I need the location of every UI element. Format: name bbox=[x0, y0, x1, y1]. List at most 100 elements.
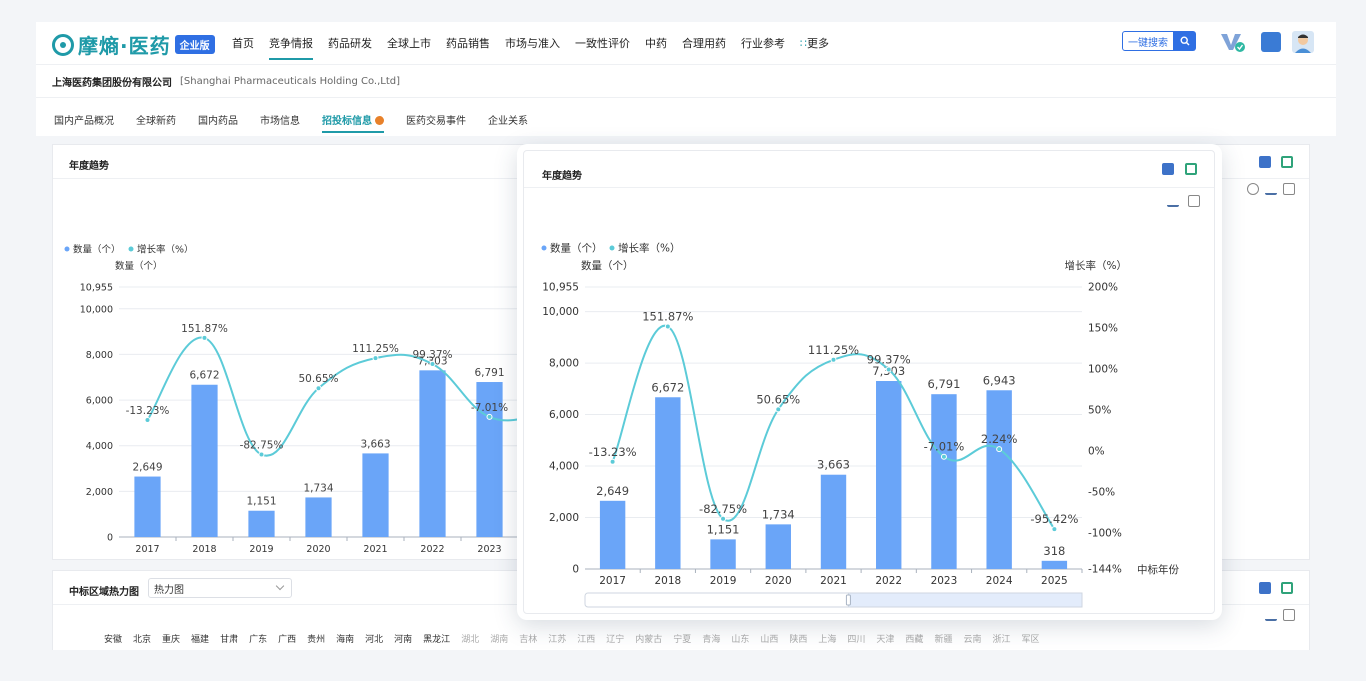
province-label: 浙江 bbox=[992, 635, 1011, 645]
data-view-icon[interactable] bbox=[1283, 183, 1295, 195]
bar-value-label: 6,791 bbox=[927, 377, 960, 391]
heatmap-card-title: 中标区域热力图 bbox=[69, 587, 139, 598]
province-label: 云南 bbox=[963, 635, 982, 645]
province-label: 北京 bbox=[133, 635, 152, 645]
y2-tick-label: 150% bbox=[1088, 322, 1118, 334]
y-tick-label: 10,955 bbox=[80, 283, 113, 294]
heatmap-type-select[interactable]: 热力图 bbox=[148, 578, 292, 598]
bar-value-label: 6,672 bbox=[651, 380, 684, 394]
nav-item-6[interactable]: 一致性评价 bbox=[575, 35, 630, 60]
bar-2017 bbox=[134, 476, 161, 537]
bar-value-label: 1,151 bbox=[246, 496, 276, 508]
popup-card: 年度趋势 数量（个） 增长率（%） 数量（个） 增长率（%） 0 2,000 4,000 6,… bbox=[523, 150, 1215, 614]
province-label: 贵州 bbox=[307, 635, 326, 645]
data-view-icon[interactable] bbox=[1283, 609, 1295, 621]
x-tick-label: 2017 bbox=[135, 544, 159, 555]
nav-item-2[interactable]: 药品研发 bbox=[328, 35, 372, 60]
logo[interactable]: 摩熵·医药 企业版 bbox=[52, 30, 215, 59]
subtab-5[interactable]: 医药交易事件 bbox=[406, 98, 466, 136]
province-label: 黑龙江 bbox=[423, 635, 451, 645]
y-tick-label: 4,000 bbox=[549, 461, 579, 473]
annual-trend-popup: 年度趋势 数量（个） 增长率（%） 数量（个） 增长率（%） 0 2,000 4,000 6,… bbox=[517, 144, 1222, 620]
x-tick-label: 2022 bbox=[875, 575, 902, 587]
nav-item-7[interactable]: 中药 bbox=[645, 35, 667, 60]
subtab-4[interactable]: 招投标信息 bbox=[322, 98, 384, 136]
nav-item-1[interactable]: 竞争情报 bbox=[269, 35, 313, 60]
x-tick-label: 2018 bbox=[654, 575, 681, 587]
growth-rate-label: 50.65% bbox=[298, 373, 338, 385]
y-tick-label: 10,000 bbox=[542, 306, 579, 318]
annual-trend-chart-popup: 数量（个） 增长率（%） 数量（个） 增长率（%） 0 2,000 4,000 6,000 8,… bbox=[541, 242, 1179, 608]
y-tick-label: 8,000 bbox=[86, 350, 113, 361]
vip-icon[interactable] bbox=[1219, 31, 1245, 53]
user-avatar[interactable] bbox=[1292, 31, 1314, 53]
subtab-label: 企业关系 bbox=[488, 116, 528, 127]
bar-value-label: 1,734 bbox=[303, 482, 333, 494]
export-excel-icon[interactable] bbox=[1259, 156, 1271, 168]
nav-item-0[interactable]: 首页 bbox=[232, 35, 254, 60]
bar-2021 bbox=[362, 453, 389, 537]
growth-rate-label: -13.23% bbox=[589, 445, 637, 459]
legend-count-icon bbox=[64, 246, 70, 252]
main-nav: 首页 竞争情报 药品研发 全球上市 药品销售 市场与准入 一致性评价 中药 合理用药 行业参考 ∷更… bbox=[232, 35, 844, 60]
subtab-label: 市场信息 bbox=[260, 116, 300, 127]
legend-rate-icon bbox=[609, 245, 615, 251]
growth-rate-label: 2.24% bbox=[981, 432, 1018, 446]
annual-trend-card-title: 年度趋势 bbox=[69, 161, 109, 172]
nav-item-9[interactable]: 行业参考 bbox=[741, 35, 785, 60]
export-excel-icon[interactable] bbox=[1162, 163, 1174, 175]
search-button[interactable] bbox=[1174, 31, 1196, 51]
x-tick-label: 2022 bbox=[420, 544, 444, 555]
bar-2023 bbox=[931, 394, 957, 569]
growth-rate-point bbox=[372, 355, 379, 362]
growth-rate-label: 111.25% bbox=[352, 343, 399, 355]
export-excel-icon[interactable] bbox=[1259, 582, 1271, 594]
export-image-icon[interactable] bbox=[1281, 582, 1293, 594]
bar-2019 bbox=[710, 539, 736, 569]
y2-tick-label: 200% bbox=[1088, 282, 1118, 294]
manual-book-icon[interactable] bbox=[1261, 32, 1281, 52]
growth-rate-point bbox=[429, 361, 436, 368]
nav-item-8[interactable]: 合理用药 bbox=[682, 35, 726, 60]
nav-more-label: 更多 bbox=[807, 37, 829, 50]
x-tick-label: 2020 bbox=[765, 575, 792, 587]
chart-settings-icon[interactable] bbox=[1247, 183, 1259, 195]
y-tick-label: 0 bbox=[572, 564, 579, 576]
subtab-1[interactable]: 全球新药 bbox=[136, 98, 176, 136]
province-label: 海南 bbox=[336, 635, 355, 645]
map-view-icon[interactable] bbox=[1265, 609, 1277, 621]
province-label: 河北 bbox=[365, 635, 384, 645]
subtab-2[interactable]: 国内药品 bbox=[198, 98, 238, 136]
growth-rate-point bbox=[940, 453, 947, 460]
subtab-0[interactable]: 国内产品概况 bbox=[54, 98, 114, 136]
x-tick-label: 2023 bbox=[931, 575, 958, 587]
x-tick-label: 2021 bbox=[820, 575, 847, 587]
one-click-search-button[interactable]: 一键搜索 bbox=[1122, 31, 1174, 51]
province-label: 重庆 bbox=[162, 635, 181, 645]
export-image-icon[interactable] bbox=[1185, 163, 1197, 175]
bar-value-label: 2,649 bbox=[596, 484, 629, 498]
subtab-label: 招投标信息 bbox=[322, 116, 372, 127]
growth-rate-label: 50.65% bbox=[756, 392, 800, 406]
y-tick-label: 4,000 bbox=[86, 441, 113, 452]
bar-value-label: 6,791 bbox=[474, 367, 504, 379]
nav-item-5[interactable]: 市场与准入 bbox=[505, 35, 560, 60]
nav-item-3[interactable]: 全球上市 bbox=[387, 35, 431, 60]
grid-dots-icon: ∷ bbox=[800, 37, 807, 50]
export-image-icon[interactable] bbox=[1281, 156, 1293, 168]
logo-mark-icon bbox=[52, 33, 74, 56]
growth-rate-point bbox=[486, 413, 493, 420]
province-label: 广西 bbox=[278, 635, 297, 645]
bar-value-label: 2,649 bbox=[132, 462, 162, 474]
nav-more[interactable]: ∷更多 bbox=[800, 35, 829, 60]
y-tick-label: 10,955 bbox=[542, 282, 579, 294]
growth-rate-label: -7.01% bbox=[471, 402, 508, 414]
subtab-3[interactable]: 市场信息 bbox=[260, 98, 300, 136]
bar-chart-icon[interactable] bbox=[1265, 183, 1277, 195]
bar-value-label: 6,672 bbox=[189, 370, 219, 382]
y2-tick-label: -50% bbox=[1088, 486, 1115, 498]
growth-rate-point bbox=[144, 416, 151, 423]
province-label: 河南 bbox=[394, 635, 413, 645]
subtab-6[interactable]: 企业关系 bbox=[488, 98, 528, 136]
nav-item-4[interactable]: 药品销售 bbox=[446, 35, 490, 60]
